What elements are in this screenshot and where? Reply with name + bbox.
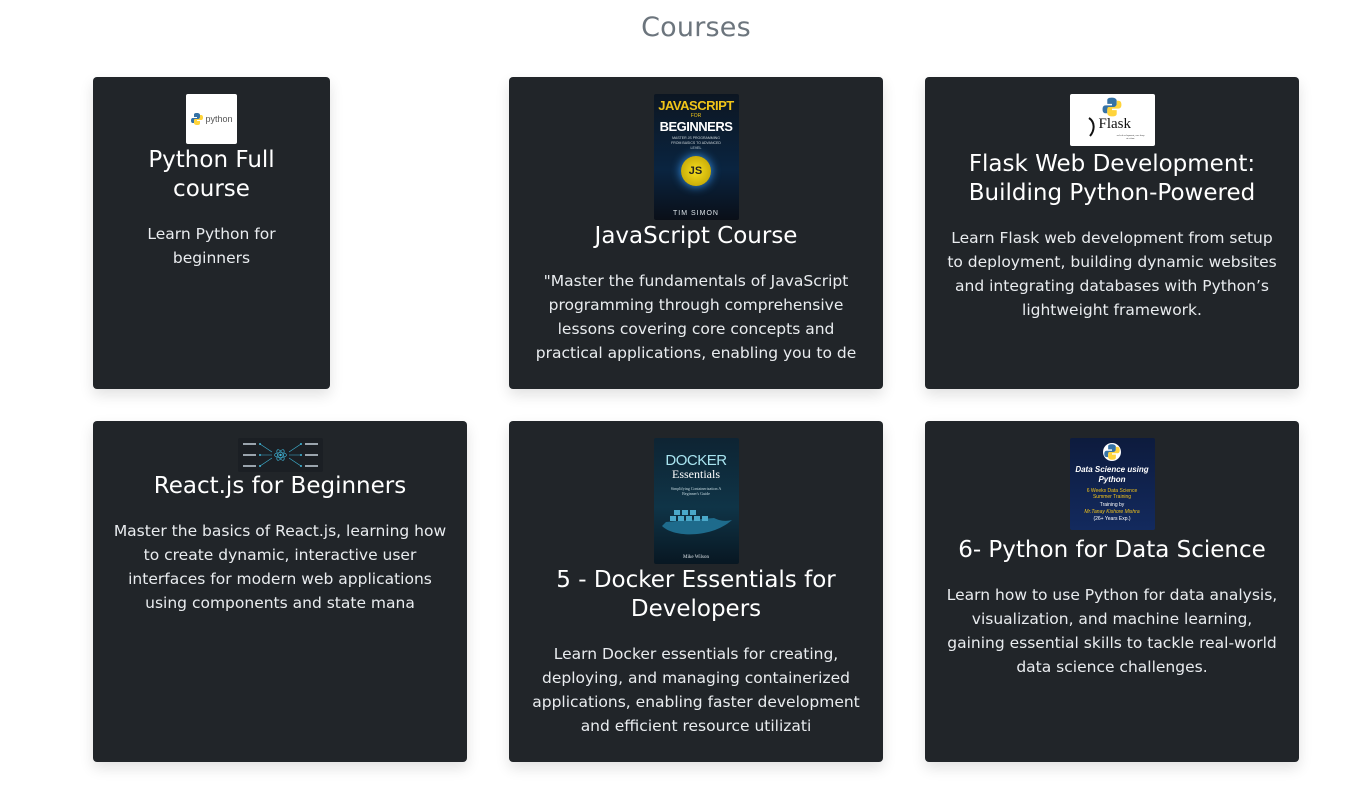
page-title: Courses: [641, 12, 751, 43]
react-diagram-icon: [242, 443, 318, 467]
course-card-data-science[interactable]: Data Science using Python 6 Weeks Data S…: [925, 421, 1299, 762]
flask-wordmark: Flask: [1098, 116, 1132, 132]
course-description: Master the basics of React.js, learning …: [113, 522, 447, 612]
course-card-python[interactable]: python Python Full course Learn Python f…: [93, 77, 330, 389]
js-badge-icon: JS: [680, 156, 711, 186]
course-thumbnail-text: python: [205, 114, 233, 124]
book-title-bold: BEGINNERS: [659, 119, 733, 134]
python-logo-icon: [1102, 443, 1121, 461]
flask-tagline: web development, one drop at a time: [1116, 134, 1145, 140]
poster-title: Data Science using Python: [1075, 465, 1149, 484]
course-thumbnail: [237, 438, 323, 472]
course-thumbnail: JAVASCRIPT FOR BEGINNERS MASTER JS PROGR…: [653, 94, 739, 220]
course-thumbnail: python: [186, 94, 237, 144]
python-logo-icon: [191, 113, 204, 125]
book-subtitle: MASTER JS PROGRAMMING FROM BASICS TO ADV…: [671, 136, 721, 150]
course-description: Learn how to use Python for data analysi…: [946, 586, 1278, 676]
poster-trainer-label: Training by: [1099, 502, 1125, 508]
course-thumbnail: DOCKER Essentials Simplifying Containeri…: [653, 438, 739, 564]
course-card-flask[interactable]: Flask web development, one drop at a tim…: [925, 77, 1299, 389]
python-logo-icon: [1102, 97, 1121, 117]
course-thumbnail: Data Science using Python 6 Weeks Data S…: [1069, 438, 1155, 530]
course-card-react[interactable]: React.js for Beginners Master the basics…: [93, 421, 467, 762]
course-card-docker[interactable]: DOCKER Essentials Simplifying Containeri…: [509, 421, 883, 762]
book-subtitle: Simplifying Containerization A Beginner'…: [670, 486, 722, 496]
course-description: Learn Docker essentials for creating, de…: [532, 645, 860, 735]
book-author: TIM SIMON: [673, 210, 719, 217]
book-author: Mike Wilson: [683, 555, 709, 560]
course-title[interactable]: 6- Python for Data Science: [941, 536, 1283, 565]
course-title[interactable]: JavaScript Course: [525, 222, 867, 251]
course-title[interactable]: React.js for Beginners: [109, 472, 451, 501]
poster-subtitle: 6 Weeks Data Science Summer Training: [1086, 488, 1138, 500]
course-card-javascript[interactable]: JAVASCRIPT FOR BEGINNERS MASTER JS PROGR…: [509, 77, 883, 389]
docker-whale-icon: [661, 510, 732, 535]
poster-experience: (26+ Years Exp.): [1093, 516, 1131, 522]
js-badge-text: JS: [688, 165, 703, 177]
course-description: Learn Flask web development from setup t…: [947, 229, 1277, 319]
course-title[interactable]: Python Full course: [109, 146, 314, 204]
course-title[interactable]: Flask Web Development: Building Python-P…: [941, 150, 1283, 208]
book-title: JAVASCRIPT: [658, 98, 734, 113]
course-title[interactable]: 5 - Docker Essentials for Developers: [525, 566, 867, 624]
poster-trainer: Mr.Tanay Kishore Mishra: [1084, 509, 1140, 515]
flask-horn-icon: [1087, 117, 1095, 137]
book-title-2: Essentials: [672, 467, 720, 481]
course-thumbnail: Flask web development, one drop at a tim…: [1069, 94, 1155, 146]
course-description: Learn Python for beginners: [147, 225, 276, 267]
course-description: "Master the fundamentals of JavaScript p…: [535, 272, 857, 362]
